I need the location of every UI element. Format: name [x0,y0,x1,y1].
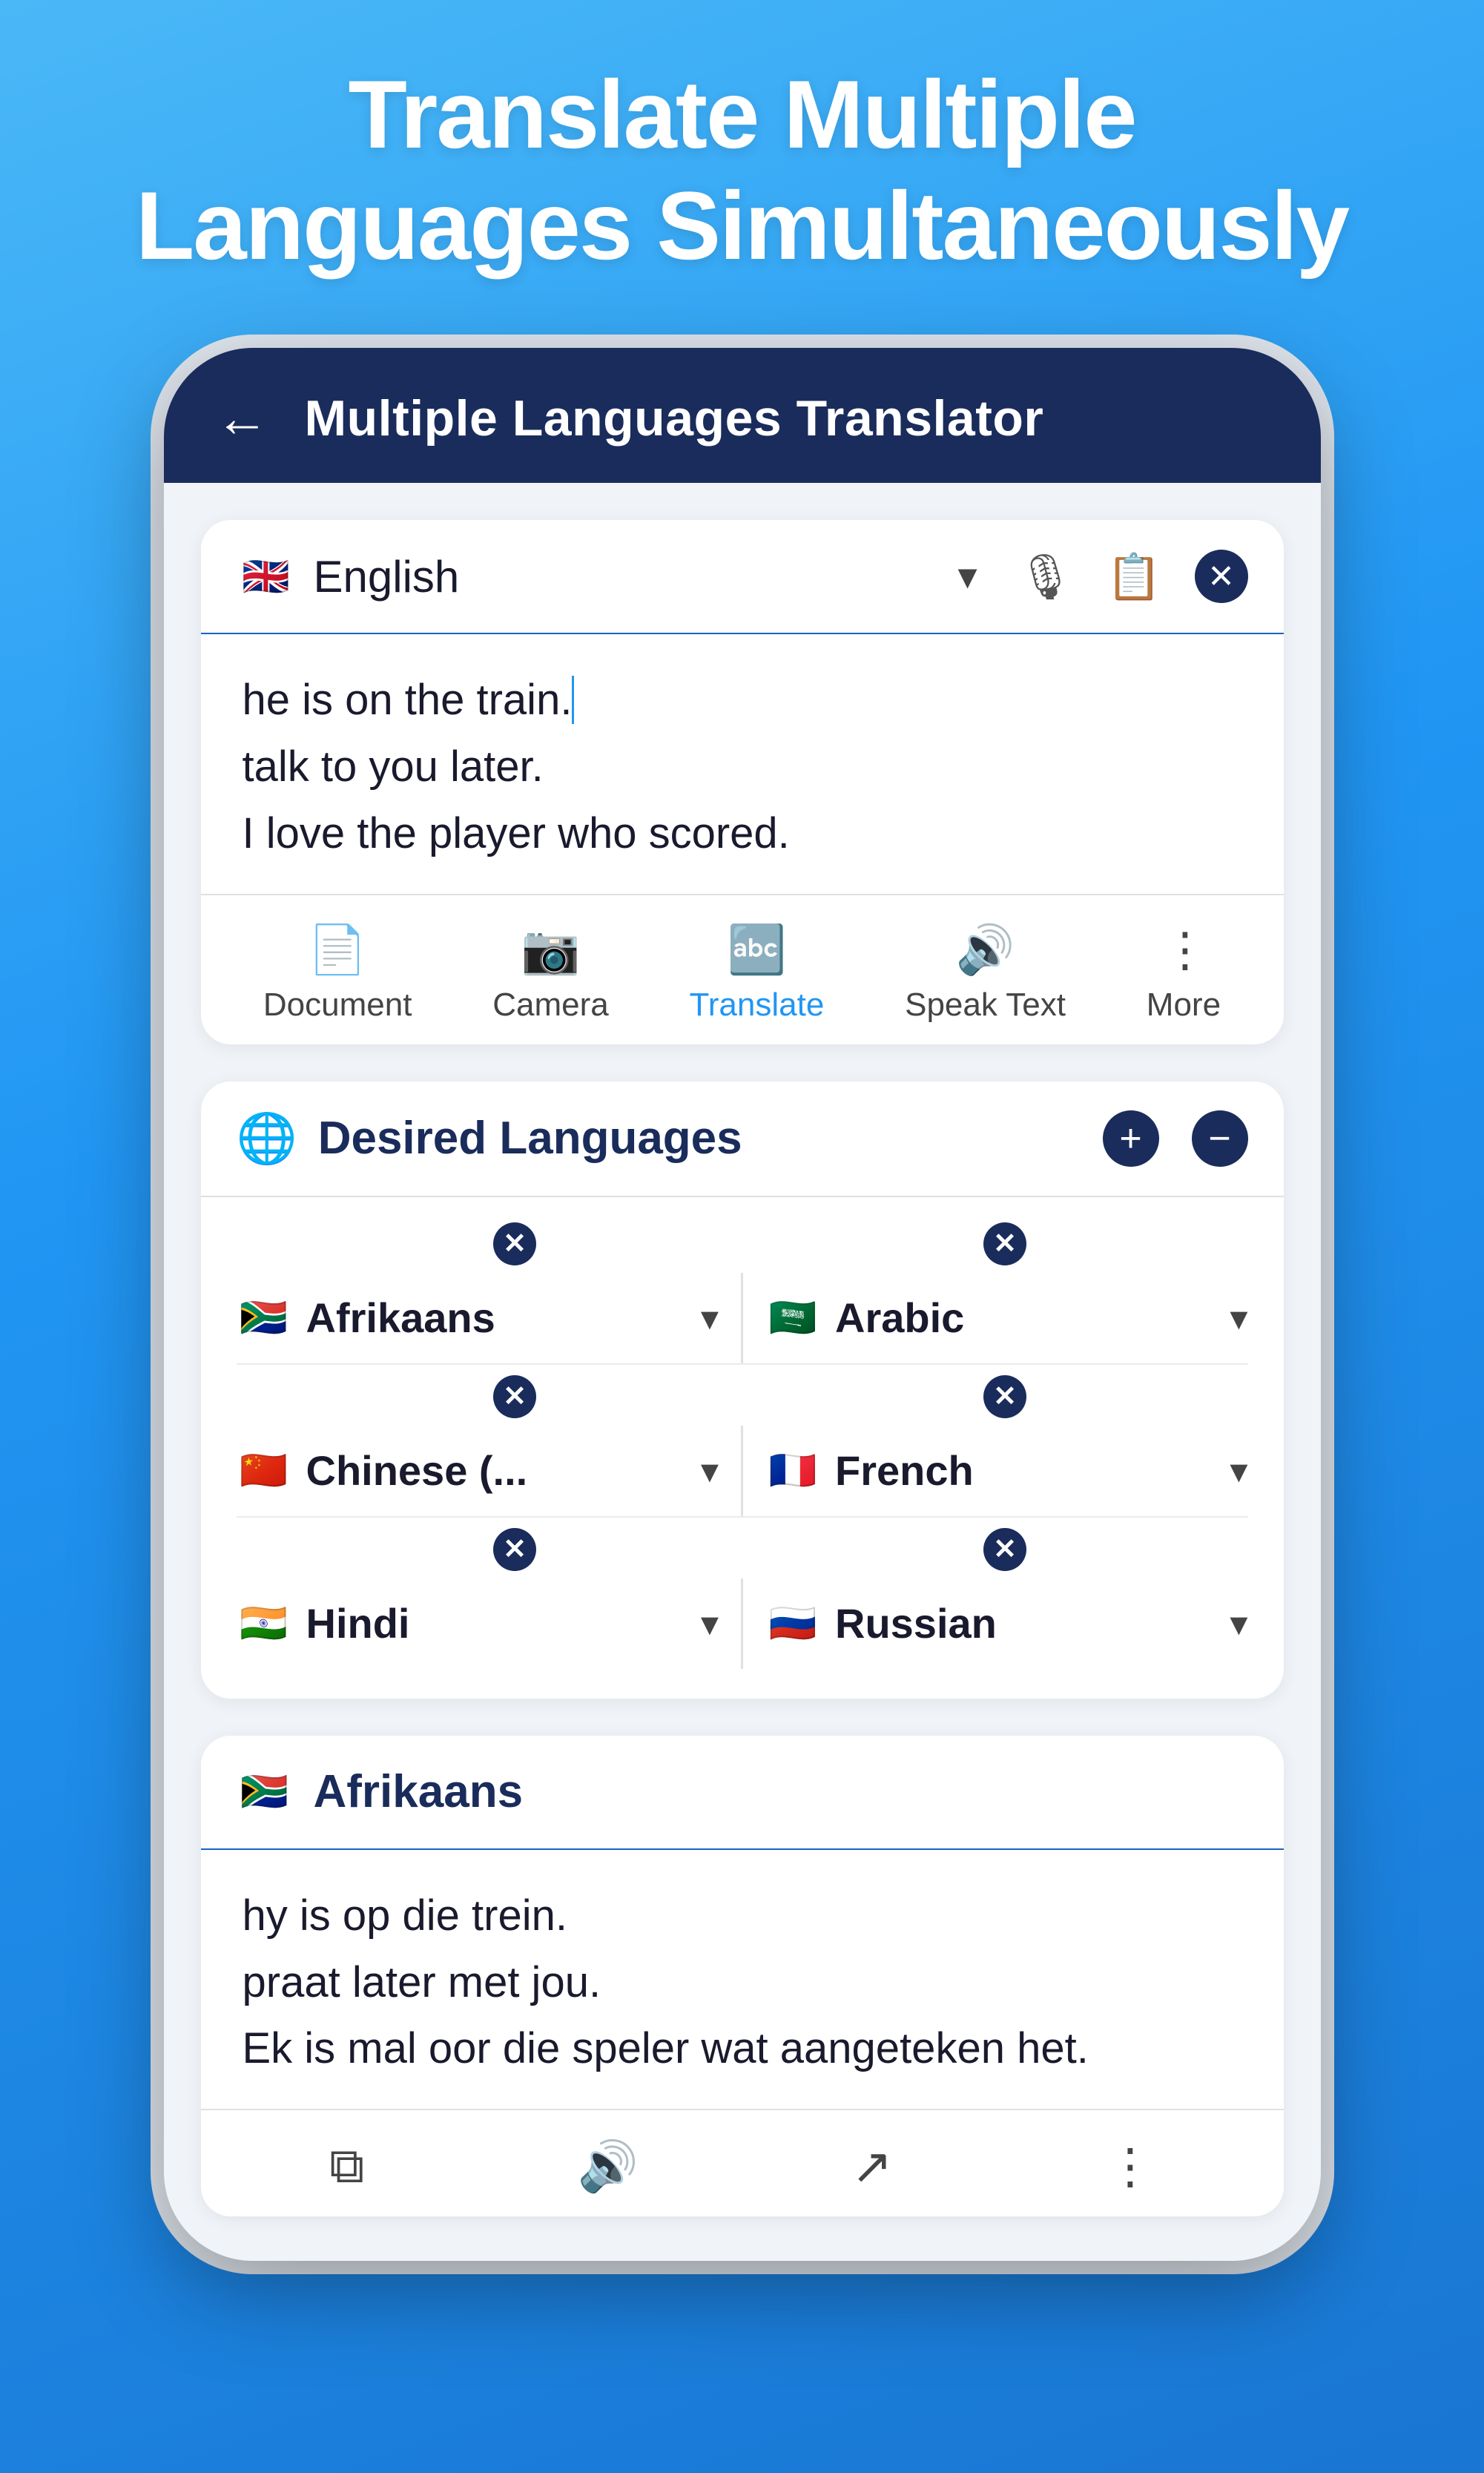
close-chinese-button[interactable]: ✕ [493,1375,536,1418]
translate-label: Translate [690,987,825,1024]
result-share-icon[interactable]: ↗ [851,2138,892,2195]
desired-languages-header: 🌐 Desired Languages + − [201,1081,1284,1197]
globe-icon: 🌐 [237,1110,297,1168]
input-card: 🇬🇧 English ▾ 🎙 📋 ✕ he is on the train. t… [201,520,1284,1044]
camera-label: Camera [492,987,609,1024]
clipboard-icon[interactable]: 📋 [1107,550,1162,603]
pair1-separator [237,1363,1248,1365]
input-language-name: English [314,551,940,602]
result-language-header: 🇿🇦 Afrikaans [201,1736,1284,1850]
add-language-button[interactable]: + [1103,1110,1159,1167]
result-text-area: hy is op die trein. praat later met jou.… [201,1850,1284,2111]
afrikaans-flag: 🇿🇦 [237,1291,291,1346]
arabic-dropdown[interactable]: ▾ [1230,1297,1247,1339]
language-dropdown-arrow[interactable]: ▾ [958,554,977,599]
hindi-flag: 🇮🇳 [237,1596,291,1651]
result-language-name: Afrikaans [314,1765,524,1818]
afrikaans-dropdown[interactable]: ▾ [701,1297,719,1339]
close-french-button[interactable]: ✕ [983,1375,1026,1418]
result-toolbar: ⧉ 🔊 ↗ ⋮ [201,2110,1284,2216]
desired-languages-title: Desired Languages [318,1112,1070,1165]
afrikaans-item[interactable]: 🇿🇦 Afrikaans ▾ [237,1273,719,1363]
pair2-separator [237,1516,1248,1518]
speak-text-label: Speak Text [905,987,1066,1024]
language-pair-1: 🇿🇦 Afrikaans ▾ 🇸🇦 Arabic ▾ [237,1265,1248,1363]
result-more-icon[interactable]: ⋮ [1106,2138,1155,2195]
language-pair-3: 🇮🇳 Hindi ▾ 🇷🇺 Russian ▾ [237,1571,1248,1669]
clear-input-button[interactable]: ✕ [1195,550,1248,603]
headline-line2: Languages Simultaneously [136,171,1348,280]
pair2-divider [741,1426,743,1516]
chinese-label: Chinese (... [306,1446,686,1495]
page-headline: Translate Multiple Languages Simultaneou… [136,59,1348,281]
more-icon: ⋮ [1161,922,1206,978]
pair1-divider [741,1273,743,1363]
language-selector-row: 🇬🇧 English ▾ 🎙 📋 ✕ [201,520,1284,634]
english-flag: 🇬🇧 [237,547,296,606]
french-dropdown[interactable]: ▾ [1230,1450,1247,1492]
document-icon: 📄 [308,922,367,978]
phone-frame: ← Multiple Languages Translator 🇬🇧 Engli… [164,348,1321,2261]
result-afrikaans-flag: 🇿🇦 [237,1764,293,1820]
speak-text-icon: 🔊 [956,922,1015,978]
arabic-label: Arabic [835,1294,1215,1342]
pair3-divider [741,1578,743,1669]
french-flag: 🇫🇷 [765,1443,820,1498]
toolbar-speak-text[interactable]: 🔊 Speak Text [905,922,1066,1024]
result-line-1: hy is op die trein. [243,1883,1242,1949]
desired-languages-card: 🌐 Desired Languages + − ✕ ✕ 🇿🇦 A [201,1081,1284,1699]
toolbar-document[interactable]: 📄 Document [263,922,412,1024]
chinese-item[interactable]: 🇨🇳 Chinese (... ▾ [237,1426,719,1516]
app-header: ← Multiple Languages Translator [164,348,1321,483]
arabic-item[interactable]: 🇸🇦 Arabic ▾ [765,1273,1248,1363]
toolbar-translate[interactable]: 🔤 Translate [690,922,825,1024]
document-label: Document [263,987,412,1024]
microphone-icon[interactable]: 🎙 [1018,550,1074,603]
result-copy-icon[interactable]: ⧉ [329,2137,364,2196]
russian-item[interactable]: 🇷🇺 Russian ▾ [765,1578,1248,1669]
close-afrikaans-button[interactable]: ✕ [493,1222,536,1265]
chinese-flag: 🇨🇳 [237,1443,291,1498]
close-hindi-button[interactable]: ✕ [493,1528,536,1571]
input-line-2: talk to you later. [243,734,1242,800]
input-line-1: he is on the train. [243,667,1242,734]
back-button[interactable]: ← [216,392,269,445]
hindi-dropdown[interactable]: ▾ [701,1603,719,1644]
french-item[interactable]: 🇫🇷 French ▾ [765,1426,1248,1516]
arabic-flag: 🇸🇦 [765,1291,820,1346]
result-line-2: praat later met jou. [243,1949,1242,2016]
russian-dropdown[interactable]: ▾ [1230,1603,1247,1644]
toolbar-more[interactable]: ⋮ More [1147,922,1221,1024]
language-pair-2: 🇨🇳 Chinese (... ▾ 🇫🇷 French ▾ [237,1418,1248,1516]
russian-flag: 🇷🇺 [765,1596,820,1651]
toolbar-camera[interactable]: 📷 Camera [492,922,609,1024]
hindi-label: Hindi [306,1599,686,1647]
headline-line1: Translate Multiple [348,60,1135,168]
language-grid: ✕ ✕ 🇿🇦 Afrikaans ▾ 🇸🇦 Arabic ▾ [201,1197,1284,1699]
input-toolbar: 📄 Document 📷 Camera 🔤 Translate 🔊 Speak … [201,895,1284,1044]
chinese-dropdown[interactable]: ▾ [701,1450,719,1492]
input-line-3: I love the player who scored. [243,800,1242,867]
app-title: Multiple Languages Translator [305,389,1044,447]
more-label: More [1147,987,1221,1024]
camera-icon: 📷 [521,922,581,978]
result-card-afrikaans: 🇿🇦 Afrikaans hy is op die trein. praat l… [201,1736,1284,2217]
close-russian-button[interactable]: ✕ [983,1528,1026,1571]
french-label: French [835,1446,1215,1495]
remove-language-button[interactable]: − [1192,1110,1248,1167]
translate-icon: 🔤 [728,922,787,978]
result-speak-icon[interactable]: 🔊 [578,2138,639,2196]
close-arabic-button[interactable]: ✕ [983,1222,1026,1265]
hindi-item[interactable]: 🇮🇳 Hindi ▾ [237,1578,719,1669]
result-line-3: Ek is mal oor die speler wat aangeteken … [243,2015,1242,2082]
input-text-area[interactable]: he is on the train. talk to you later. I… [201,634,1284,895]
afrikaans-label: Afrikaans [306,1294,686,1342]
russian-label: Russian [835,1599,1215,1647]
